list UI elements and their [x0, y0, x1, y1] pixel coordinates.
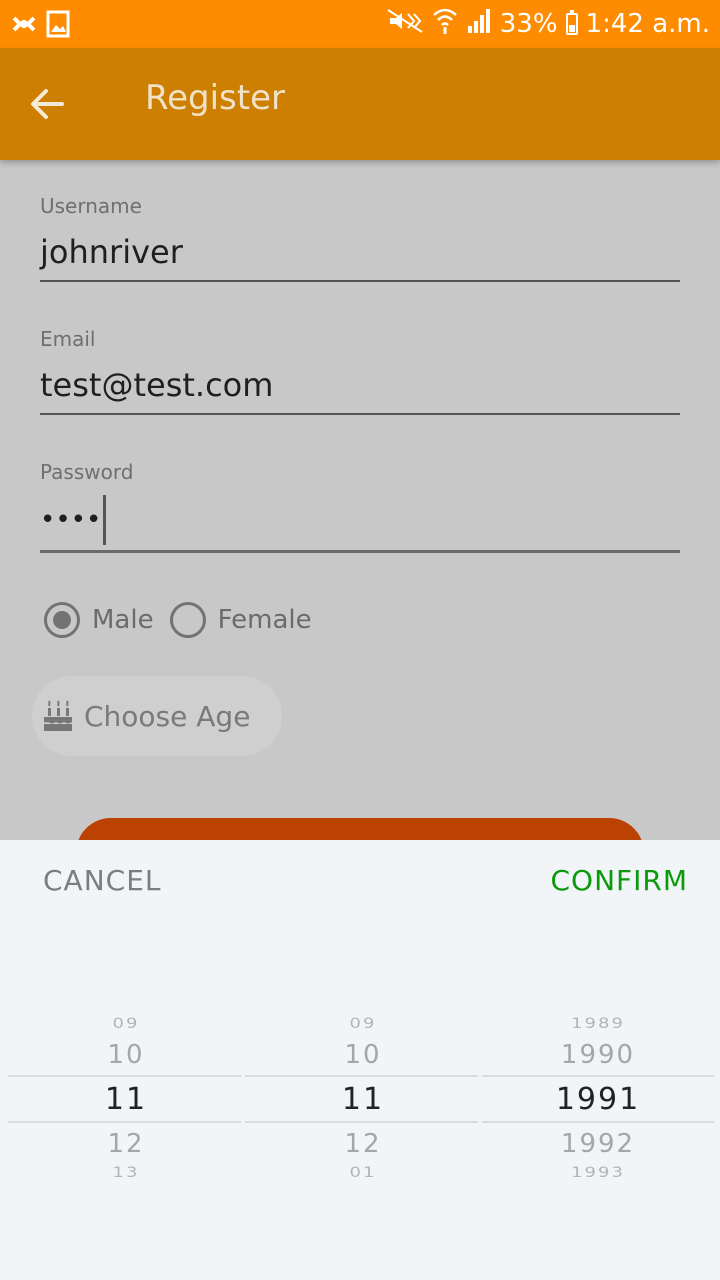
username-field: Username johnriver [40, 194, 680, 282]
battery-percent: 33% [499, 9, 558, 39]
wheel-item[interactable]: 10 [245, 1040, 481, 1070]
female-radio[interactable] [169, 602, 206, 638]
wheel-item[interactable]: 10 [8, 1040, 244, 1070]
password-input[interactable]: •••• [40, 495, 680, 553]
male-radio[interactable] [44, 602, 80, 638]
date-picker-sheet: CANCEL CONFIRM 09 10 11 12 13 09 10 11 1… [0, 840, 720, 1280]
password-value: •••• [40, 505, 102, 535]
back-button[interactable] [24, 80, 72, 128]
birthday-cake-icon [44, 700, 72, 731]
year-wheel[interactable]: 1989 1990 1991 1992 1993 [480, 840, 716, 1280]
wheel-item[interactable]: 12 [245, 1129, 481, 1159]
app-notification-icon [10, 10, 38, 42]
username-input[interactable]: johnriver [40, 232, 680, 282]
month-wheel[interactable]: 09 10 11 12 13 [8, 840, 244, 1280]
battery-icon [565, 10, 578, 35]
mute-icon [386, 8, 424, 41]
username-label: Username [40, 194, 142, 218]
female-radio-label[interactable]: Female [218, 605, 312, 635]
wifi-icon [432, 7, 458, 42]
wheel-item[interactable]: 1990 [480, 1040, 716, 1070]
choose-age-label: Choose Age [84, 699, 251, 733]
male-radio-label[interactable]: Male [92, 605, 154, 635]
wheel-item[interactable]: 1992 [480, 1129, 716, 1159]
clock: 1:42 a.m. [585, 9, 710, 39]
gender-radio-group: Male Female [44, 602, 316, 638]
wheel-item-selected[interactable]: 11 [8, 1082, 244, 1117]
wheel-item[interactable]: 12 [8, 1129, 244, 1159]
page-title: Register [145, 78, 285, 118]
status-bar: 33% 1:42 a.m. [0, 0, 720, 48]
email-label: Email [40, 327, 96, 351]
email-input[interactable]: test@test.com [40, 365, 680, 415]
wheel-item[interactable]: 1989 [480, 1015, 716, 1032]
wheel-item[interactable]: 01 [245, 1164, 481, 1181]
wheel-item[interactable]: 09 [8, 1015, 244, 1032]
password-field: Password •••• [40, 460, 680, 553]
text-cursor [103, 495, 107, 545]
wheel-item[interactable]: 13 [8, 1164, 244, 1181]
choose-age-button[interactable]: Choose Age [32, 676, 282, 756]
image-notification-icon [46, 10, 70, 42]
wheel-item-selected[interactable]: 11 [245, 1082, 481, 1117]
arrow-left-icon [31, 89, 64, 119]
day-wheel[interactable]: 09 10 11 12 01 [245, 840, 481, 1280]
wheel-item-selected[interactable]: 1991 [480, 1082, 716, 1117]
email-field: Email test@test.com [40, 327, 680, 415]
wheel-item[interactable]: 09 [245, 1015, 481, 1032]
signal-icon [466, 8, 492, 41]
wheel-item[interactable]: 1993 [480, 1164, 716, 1181]
password-label: Password [40, 460, 134, 484]
app-bar: Register [0, 48, 720, 160]
